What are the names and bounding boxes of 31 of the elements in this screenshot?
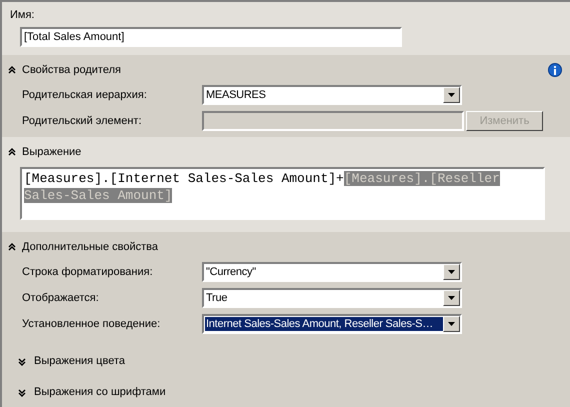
- dropdown-button[interactable]: [443, 316, 460, 332]
- field-label: Отображается:: [22, 290, 100, 306]
- caret-icon: [448, 93, 455, 97]
- collapse-icon[interactable]: [8, 243, 16, 251]
- dropdown[interactable]: Internet Sales-Sales Amount, Reseller Sales-S…: [202, 314, 462, 334]
- dropdown-button[interactable]: [443, 290, 460, 306]
- field-label: Родительский элемент:: [22, 114, 143, 129]
- section-title: Дополнительные свойства: [22, 240, 158, 254]
- dropdown[interactable]: True: [202, 288, 462, 308]
- info-icon: [548, 63, 562, 77]
- caret-icon: [448, 322, 455, 326]
- section-title: Выражение: [22, 145, 82, 159]
- field-label: Установленное поведение:: [22, 316, 162, 332]
- expression-editor[interactable]: [Measures].[Internet Sales-Sales Amount]+[Measures].[Reseller Sales-Sales Amount]: [20, 167, 545, 220]
- collapse-icon[interactable]: [8, 148, 16, 156]
- caret-icon: [448, 296, 455, 300]
- dropdown[interactable]: "Currency": [202, 262, 462, 282]
- section-title: Свойства родителя: [22, 63, 121, 77]
- caret-icon: [448, 270, 455, 274]
- field-label: Родительская иерархия:: [22, 88, 148, 103]
- collapse-icon[interactable]: [8, 66, 16, 74]
- expand-icon[interactable]: [18, 388, 26, 396]
- subsection-title: Выражения со шрифтами: [34, 385, 166, 400]
- subsection-title: Выражения цвета: [34, 354, 125, 370]
- name-label: Имя:: [10, 8, 36, 22]
- dropdown[interactable]: MEASURES: [202, 85, 462, 105]
- dropdown-button[interactable]: [443, 87, 460, 103]
- field-label: Строка форматирования:: [22, 264, 154, 280]
- expand-icon[interactable]: [18, 358, 26, 366]
- dropdown-button[interactable]: [443, 264, 460, 280]
- name-field[interactable]: [Total Sales Amount]: [20, 27, 402, 47]
